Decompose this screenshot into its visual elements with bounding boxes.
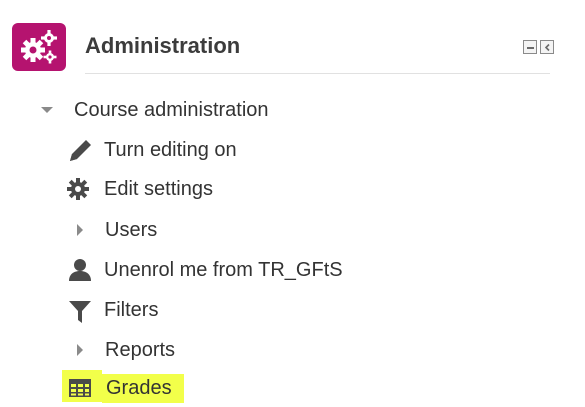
item-label: Unenrol me from TR_GFtS [104, 259, 343, 281]
tree-item-turn-editing-on[interactable]: Turn editing on [66, 137, 326, 165]
tree-item-reports[interactable]: Reports [74, 337, 274, 365]
gear-icon [66, 176, 94, 209]
filter-icon [66, 297, 94, 332]
item-label: Turn editing on [104, 139, 237, 161]
tree-item-filters[interactable]: Filters [66, 297, 266, 325]
header-divider [85, 73, 550, 74]
caret-right-icon [74, 217, 86, 250]
user-icon [66, 257, 94, 290]
item-label: Filters [104, 299, 159, 321]
tree-item-unenrol[interactable]: Unenrol me from TR_GFtS [66, 257, 406, 285]
gears-icon [12, 23, 66, 71]
block-title: Administration [85, 33, 241, 58]
tree-section-course-administration[interactable]: Course administration [40, 97, 340, 125]
item-label: Users [105, 219, 158, 241]
item-label: Grades [106, 377, 172, 399]
tree-item-grades[interactable]: Grades [68, 375, 268, 403]
table-icon [68, 375, 96, 407]
tree-item-edit-settings[interactable]: Edit settings [66, 176, 326, 204]
caret-right-icon [74, 337, 86, 370]
dock-icon[interactable] [540, 40, 554, 54]
tree-item-users[interactable]: Users [74, 217, 274, 245]
block-header: Administration [0, 0, 585, 75]
caret-down-icon [40, 97, 54, 130]
item-label: Reports [105, 339, 176, 361]
minimize-icon[interactable] [523, 40, 537, 54]
section-label: Course administration [74, 99, 269, 121]
item-label: Edit settings [104, 178, 213, 200]
pencil-icon [66, 137, 94, 170]
administration-block: Administration Course administration Tur… [0, 0, 585, 407]
